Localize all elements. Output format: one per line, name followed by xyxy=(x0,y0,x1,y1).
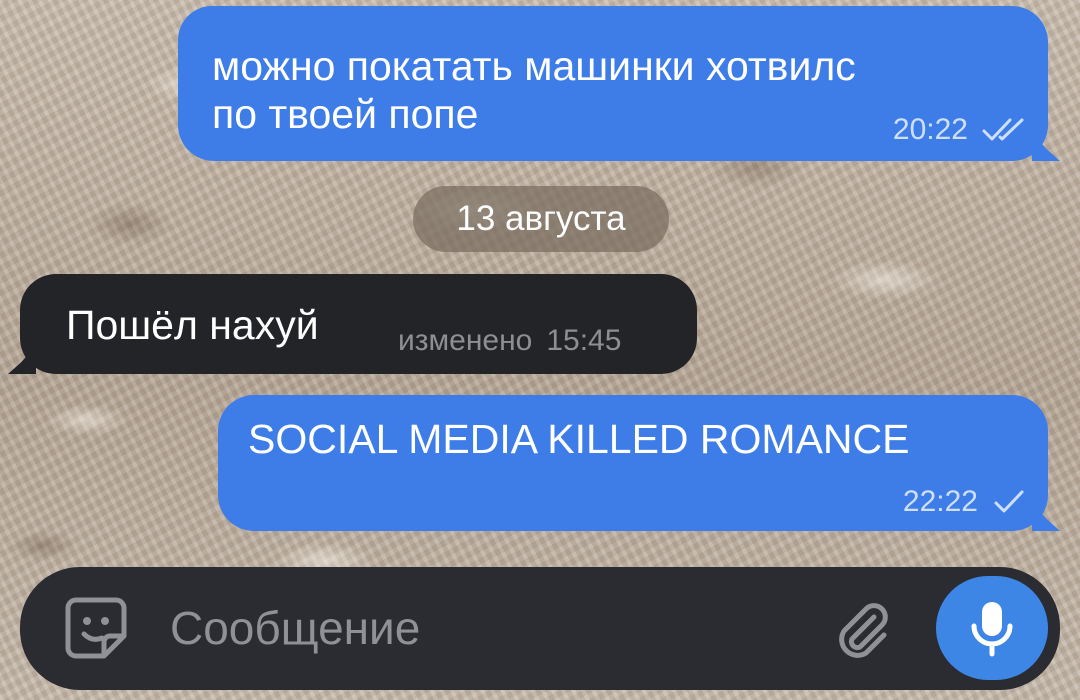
voice-record-button[interactable] xyxy=(936,576,1048,680)
edited-label: изменено xyxy=(398,324,533,357)
message-text: SOCIAL MEDIA KILLED ROMANCE xyxy=(248,416,910,462)
message-line: можно покатать машинки хотвилс xyxy=(212,43,856,89)
bubble-tail xyxy=(8,346,36,374)
double-check-icon xyxy=(982,118,1024,141)
bubble-tail xyxy=(1032,503,1060,531)
microphone-icon xyxy=(971,602,1013,657)
bubble-tail xyxy=(1032,133,1060,161)
outgoing-message[interactable]: SOCIAL MEDIA KILLED ROMANCE 22:22 xyxy=(218,395,1060,531)
message-meta: изменено 15:45 xyxy=(398,324,621,358)
message-input[interactable] xyxy=(170,598,810,658)
message-time: 22:22 xyxy=(902,485,978,518)
date-separator: 13 августа xyxy=(413,186,669,252)
message-text: можно покатать машинки хотвилс по твоей … xyxy=(212,42,856,138)
message-meta: 22:22 xyxy=(903,485,1026,519)
message-line: по твоей попе xyxy=(212,91,479,137)
single-check-icon xyxy=(994,490,1024,513)
message-time: 15:45 xyxy=(546,324,622,357)
paperclip-icon[interactable] xyxy=(830,597,894,661)
incoming-message[interactable]: Пошёл нахуй изменено 15:45 xyxy=(8,274,697,374)
message-text: Пошёл нахуй xyxy=(66,302,319,348)
message-composer xyxy=(20,567,1060,690)
message-meta: 20:22 xyxy=(893,113,1026,147)
outgoing-message[interactable]: можно покатать машинки хотвилс по твоей … xyxy=(178,6,1060,161)
sticker-icon[interactable] xyxy=(60,592,132,664)
message-time: 20:22 xyxy=(892,113,968,146)
